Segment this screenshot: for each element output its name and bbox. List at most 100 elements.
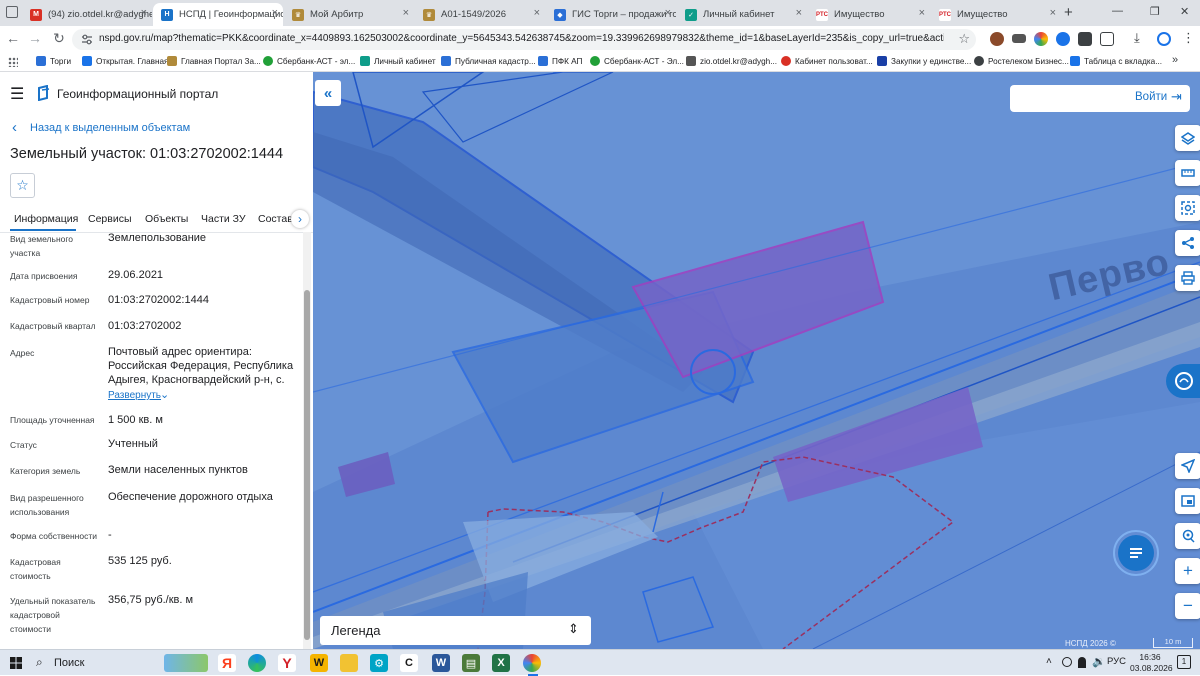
tab-services[interactable]: Сервисы	[88, 213, 132, 225]
notifications-icon[interactable]: 1	[1177, 655, 1191, 669]
minimize-button[interactable]: —	[1112, 5, 1123, 17]
bookmark-item[interactable]: Сбербанк-АСТ - эл...	[263, 56, 355, 66]
app-icon[interactable]: ▤	[462, 654, 480, 672]
tab-parts[interactable]: Части ЗУ	[201, 213, 246, 225]
tab-information[interactable]: Информация	[14, 213, 78, 225]
tray-chevron-icon[interactable]: ˄	[1046, 656, 1052, 667]
collapse-panel-button[interactable]: «	[315, 80, 341, 106]
clock[interactable]: 16:36 03.08.2026	[1130, 652, 1173, 674]
zoom-out-button[interactable]: −	[1175, 593, 1200, 619]
extension-icon[interactable]	[1056, 32, 1070, 46]
close-tab-icon[interactable]: ×	[272, 7, 278, 19]
app-icon[interactable]: ⚙	[370, 654, 388, 672]
profile-avatar[interactable]	[1157, 32, 1171, 46]
extension-icon[interactable]	[990, 32, 1004, 46]
bookmark-star-icon[interactable]: ☆	[958, 31, 970, 47]
taskbar-search[interactable]: ⌕ Поиск	[30, 653, 160, 673]
close-tab-icon[interactable]: ×	[919, 7, 925, 19]
bookmark-item[interactable]: Главная Портал За...	[167, 56, 261, 66]
bookmark-item[interactable]: Сбербанк-АСТ - Эл...	[590, 56, 684, 66]
reload-button[interactable]: ↻	[50, 30, 68, 47]
close-tab-icon[interactable]: ×	[534, 7, 540, 19]
weather-widget-icon[interactable]	[164, 654, 208, 672]
geolocation-button[interactable]	[1175, 453, 1200, 479]
extension-icon[interactable]	[1078, 32, 1092, 46]
close-tab-icon[interactable]: ×	[403, 7, 409, 19]
close-tab-icon[interactable]: ×	[1050, 7, 1056, 19]
legend-dropdown[interactable]: Легенда ⇕	[320, 616, 591, 645]
address-bar[interactable]: nspd.gov.ru/map?thematic=PKK&coordinate_…	[72, 29, 976, 50]
measure-button[interactable]	[1175, 160, 1200, 186]
minimap-button[interactable]	[1175, 488, 1200, 514]
word-icon[interactable]: W	[432, 654, 450, 672]
bookmark-item[interactable]: Таблица с вкладка...	[1070, 56, 1162, 66]
browser-menu-icon[interactable]: ⋮	[1182, 30, 1195, 46]
bookmark-item[interactable]: zio.otdel.kr@adygh...	[686, 56, 777, 66]
yandex-icon[interactable]: Y	[278, 654, 296, 672]
tab-cabinet[interactable]: ✓ Личный кабинет ×	[677, 3, 807, 26]
speaker-icon[interactable]: 🔉	[1092, 655, 1106, 668]
assistant-widget-button[interactable]	[1166, 364, 1200, 398]
extension-icon[interactable]	[1012, 34, 1026, 43]
site-info-icon[interactable]	[81, 34, 93, 45]
tab-rts-2[interactable]: РТС Имущество ×	[931, 3, 1061, 26]
bookmark-item[interactable]: Ростелеком Бизнес...	[974, 56, 1069, 66]
chevron-down-icon[interactable]: ⌄	[160, 388, 169, 401]
close-tab-icon[interactable]: ×	[665, 7, 671, 19]
tab-search-icon[interactable]	[6, 6, 18, 18]
layers-button[interactable]	[1175, 125, 1200, 151]
app-icon[interactable]: C	[400, 654, 418, 672]
close-tab-icon[interactable]: ×	[141, 7, 147, 19]
expand-address-link[interactable]: Развернуть	[108, 390, 161, 401]
chat-button[interactable]	[1113, 530, 1159, 576]
tray-icon[interactable]	[1062, 657, 1072, 667]
extension-icon[interactable]	[1034, 32, 1048, 46]
windows-start-icon[interactable]	[10, 657, 22, 669]
tabs-scroll-right-button[interactable]: ›	[291, 210, 309, 228]
tab-gis-torgi[interactable]: ◆ ГИС Торги – продажи гос ×	[546, 3, 676, 26]
back-button[interactable]: ←	[4, 30, 22, 46]
zoom-in-button[interactable]: +	[1175, 558, 1200, 584]
download-icon[interactable]: ⤓	[1134, 30, 1140, 46]
tab-mail[interactable]: M (94) zio.otdel.kr@adyghe ×	[22, 3, 152, 26]
menu-icon[interactable]: ☰	[10, 84, 24, 104]
print-button[interactable]	[1175, 265, 1200, 291]
login-button[interactable]: Войти ⇥	[1010, 85, 1190, 112]
maximize-button[interactable]: ❐	[1150, 5, 1160, 18]
tab-case[interactable]: ♛ А01-1549/2026 ×	[415, 3, 545, 26]
chevron-left-icon[interactable]: ‹	[12, 119, 17, 136]
bookmark-item[interactable]: Публичная кадастр...	[441, 56, 536, 66]
language-indicator[interactable]: РУС	[1107, 656, 1126, 667]
yandex-browser-icon[interactable]: Я	[218, 654, 236, 672]
forward-button[interactable]: →	[26, 30, 44, 46]
extensions-puzzle-icon[interactable]	[1100, 32, 1114, 46]
tab-moi-arbitr[interactable]: ♛ Мой Арбитр ×	[284, 3, 414, 26]
bookmark-item[interactable]: Личный кабинет	[360, 56, 436, 66]
microphone-icon[interactable]	[1078, 657, 1086, 668]
close-tab-icon[interactable]: ×	[796, 7, 802, 19]
bookmark-item[interactable]: Открытая. Главная	[82, 56, 169, 66]
apps-grid-icon[interactable]	[8, 57, 18, 67]
tab-nspd[interactable]: Н НСПД | Геоинформацио ×	[153, 3, 283, 26]
add-to-favorites-button[interactable]: ☆	[10, 173, 35, 198]
map-canvas[interactable]	[313, 72, 1200, 649]
select-area-button[interactable]	[1175, 195, 1200, 221]
back-to-selected-link[interactable]: Назад к выделенным объектам	[30, 122, 190, 134]
app-icon[interactable]: W	[310, 654, 328, 672]
scrollbar-thumb[interactable]	[304, 290, 310, 640]
bookmark-item[interactable]: Торги	[36, 56, 71, 66]
close-window-button[interactable]: ✕	[1180, 5, 1189, 18]
share-button[interactable]	[1175, 230, 1200, 256]
tab-objects[interactable]: Объекты	[145, 213, 188, 225]
new-tab-button[interactable]: +	[1064, 4, 1073, 21]
bookmark-item[interactable]: ПФК АП	[538, 56, 582, 66]
bookmark-item[interactable]: Кабинет пользоват...	[781, 56, 873, 66]
tab-rts-1[interactable]: РТС Имущество ×	[808, 3, 930, 26]
excel-icon[interactable]: X	[492, 654, 510, 672]
chrome-icon[interactable]	[523, 654, 541, 672]
file-explorer-icon[interactable]	[340, 654, 358, 672]
map-view[interactable]: Перво « Войти ⇥ + − Легенда ⇕ НСПД 2026 …	[313, 72, 1200, 649]
edge-icon[interactable]	[248, 654, 266, 672]
bookmark-item[interactable]: Закупки у единстве...	[877, 56, 971, 66]
tab-composition[interactable]: Состав	[258, 213, 293, 225]
